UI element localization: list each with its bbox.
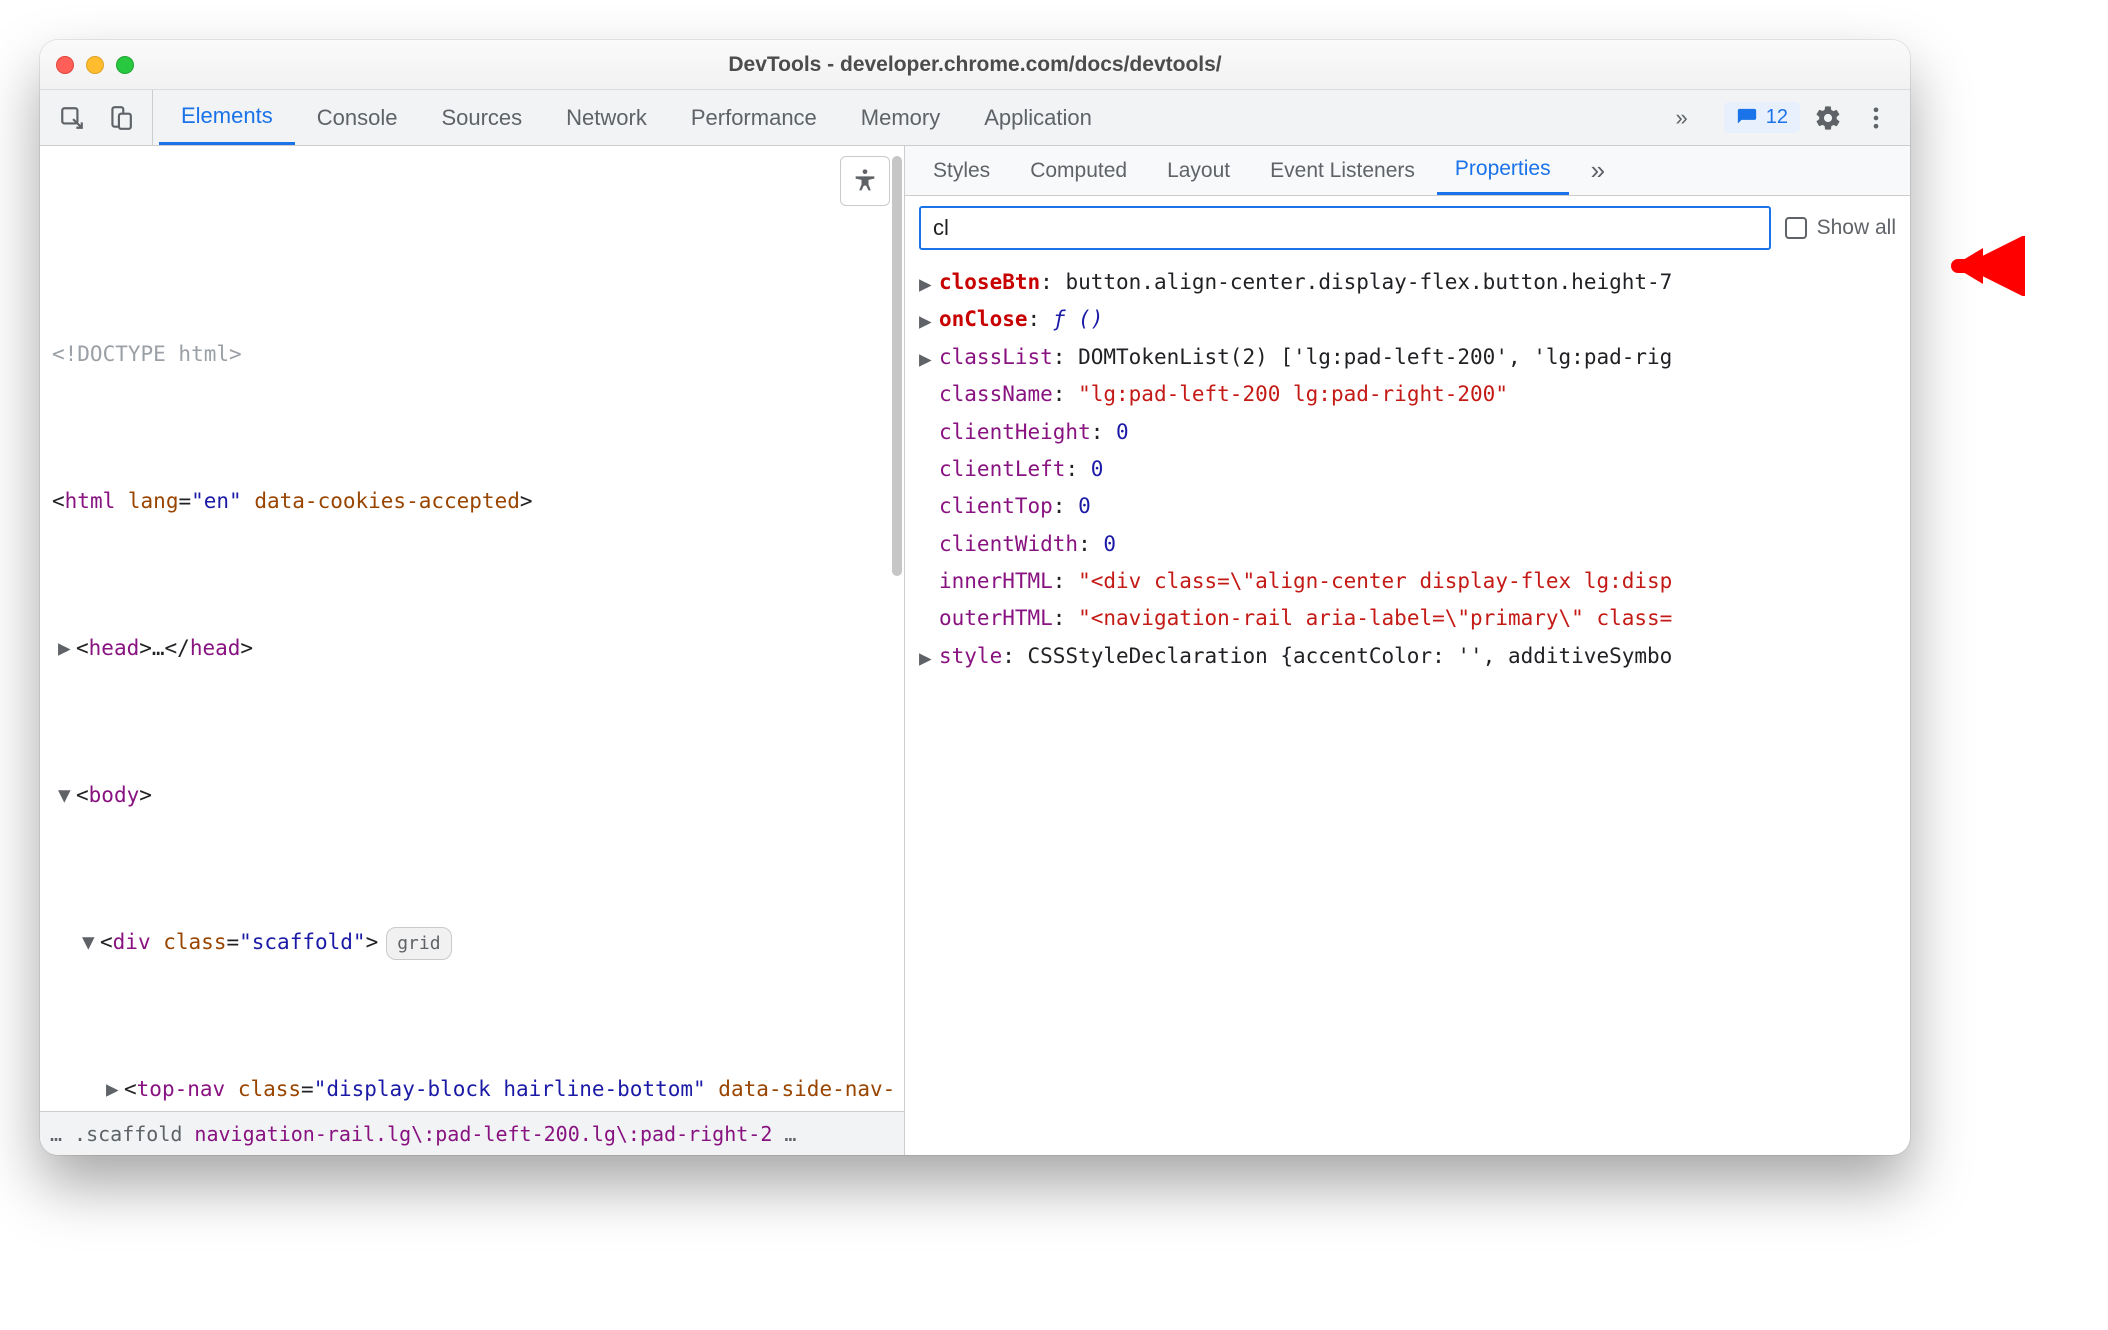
property-outerHTML[interactable]: outerHTML: "<navigation-rail aria-label=… [919,600,1910,637]
issues-count: 12 [1766,106,1788,129]
window-title: DevTools - developer.chrome.com/docs/dev… [176,53,1774,77]
dom-tree[interactable]: <!DOCTYPE html> <html lang="en" data-coo… [40,146,904,1111]
elements-panel: <!DOCTYPE html> <html lang="en" data-coo… [40,146,905,1155]
property-clientTop[interactable]: clientTop: 0 [919,488,1910,525]
subtab-layout[interactable]: Layout [1149,146,1248,195]
minimize-window-icon[interactable] [86,56,104,74]
traffic-lights [56,56,176,74]
zoom-window-icon[interactable] [116,56,134,74]
annotation-arrow-icon [1948,236,2028,296]
properties-filter-bar: Show all [905,196,1910,260]
head-line: ▶<head>…</head> [52,630,904,667]
breadcrumb-dots-left: … [50,1122,62,1146]
body-line: ▼<body> [52,777,904,814]
titlebar: DevTools - developer.chrome.com/docs/dev… [40,40,1910,90]
property-clientWidth[interactable]: clientWidth: 0 [919,526,1910,563]
accessibility-tree-icon[interactable] [840,156,890,206]
property-clientLeft[interactable]: clientLeft: 0 [919,451,1910,488]
tab-network[interactable]: Network [544,90,669,145]
breadcrumb[interactable]: … .scaffold navigation-rail.lg\:pad-left… [40,1111,904,1155]
doctype-line: <!DOCTYPE html> [52,336,904,373]
subtab-computed[interactable]: Computed [1012,146,1145,195]
inspect-element-icon[interactable] [50,96,94,140]
property-onClose[interactable]: ▶onClose: ƒ () [919,301,1910,338]
more-tabs-glyph: » [1676,105,1688,131]
properties-list[interactable]: ▶closeBtn: button.align-center.display-f… [905,260,1910,1155]
show-all-toggle[interactable]: Show all [1785,216,1896,240]
tab-performance[interactable]: Performance [669,90,839,145]
show-all-label: Show all [1817,216,1896,240]
sidebar-tabs: StylesComputedLayoutEvent ListenersPrope… [905,146,1910,196]
property-classList[interactable]: ▶classList: DOMTokenList(2) ['lg:pad-lef… [919,339,1910,376]
property-innerHTML[interactable]: innerHTML: "<div class=\"align-center di… [919,563,1910,600]
subtab-properties[interactable]: Properties [1437,146,1569,195]
breadcrumb-dots-right: … [784,1122,796,1146]
tab-sources[interactable]: Sources [419,90,544,145]
property-className[interactable]: className: "lg:pad-left-200 lg:pad-right… [919,376,1910,413]
panel-tabs: ElementsConsoleSourcesNetworkPerformance… [153,90,1654,145]
settings-gear-icon[interactable] [1808,98,1848,138]
properties-filter-input[interactable] [919,206,1771,250]
subtab-event-listeners[interactable]: Event Listeners [1252,146,1433,195]
topnav-line: ▶<top-nav class="display-block hairline-… [52,1071,904,1111]
tab-memory[interactable]: Memory [839,90,962,145]
property-closeBtn[interactable]: ▶closeBtn: button.align-center.display-f… [919,264,1910,301]
tab-application[interactable]: Application [962,90,1114,145]
property-style[interactable]: ▶style: CSSStyleDeclaration {accentColor… [919,638,1910,675]
show-all-checkbox[interactable] [1785,217,1807,239]
subtab-more[interactable]: » [1573,146,1623,195]
sidebar-panel: StylesComputedLayoutEvent ListenersPrope… [905,146,1910,1155]
issues-counter[interactable]: 12 [1724,102,1800,133]
scaffold-line: ▼<div class="scaffold">grid [52,924,904,961]
device-toolbar-icon[interactable] [98,96,142,140]
tab-console[interactable]: Console [295,90,420,145]
devtools-window: DevTools - developer.chrome.com/docs/dev… [40,40,1910,1155]
more-tabs-button[interactable]: » [1654,90,1710,145]
subtab-styles[interactable]: Styles [915,146,1008,195]
scrollbar[interactable] [890,146,904,766]
breadcrumb-selected[interactable]: navigation-rail.lg\:pad-left-200.lg\:pad… [194,1122,772,1146]
breadcrumb-scaffold[interactable]: .scaffold [74,1122,182,1146]
property-clientHeight[interactable]: clientHeight: 0 [919,414,1910,451]
html-open-line: <html lang="en" data-cookies-accepted> [52,483,904,520]
main-toolbar: ElementsConsoleSourcesNetworkPerformance… [40,90,1910,146]
close-window-icon[interactable] [56,56,74,74]
tab-elements[interactable]: Elements [159,90,295,145]
kebab-menu-icon[interactable] [1856,98,1896,138]
